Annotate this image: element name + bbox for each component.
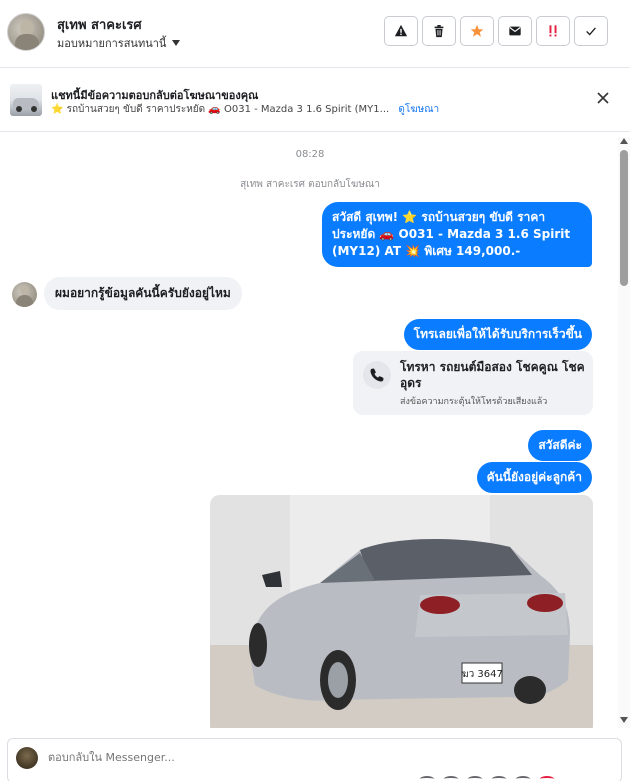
car-image: ฆว 3647 <box>210 495 593 728</box>
outgoing-message[interactable]: โทรเลยเพื่อให้ได้รับบริการเร็วขึ้น <box>403 319 592 350</box>
delete-button[interactable] <box>422 16 456 46</box>
ad-thumbnail <box>10 84 42 116</box>
close-banner-button[interactable] <box>594 89 612 107</box>
like-icon[interactable] <box>540 776 554 781</box>
star-icon <box>470 24 484 37</box>
messenger-inbox: สุเทพ สาคะเรศ มอบหมายการสนทนานี้ แชทนี้ม… <box>0 0 630 781</box>
outgoing-message[interactable]: คันนี้ยังอยู่ค่ะลูกค้า <box>476 462 592 493</box>
ad-banner-subtitle: ⭐ รถบ้านสวยๆ ขับดี ราคาประหยัด 🚗 O031 - … <box>51 102 439 117</box>
close-icon <box>597 92 609 104</box>
contact-name[interactable]: สุเทพ สาคะเรศ <box>57 14 142 35</box>
attachment-icon[interactable] <box>444 776 458 781</box>
contact-avatar-small <box>12 282 37 307</box>
car-photo-attachment[interactable]: ฆว 3647 <box>210 495 593 728</box>
ad-reply-notice: สุเทพ สาคะเรศ ตอบกลับโฆษณา <box>240 179 380 190</box>
important-icon <box>549 25 557 37</box>
view-ad-link[interactable]: ดูโฆษณา <box>398 104 439 115</box>
mail-icon <box>509 26 521 36</box>
check-icon <box>586 27 596 36</box>
ad-banner-description: ⭐ รถบ้านสวยๆ ขับดี ราคาประหยัด 🚗 O031 - … <box>51 104 390 115</box>
call-card-title: โทรหา รถยนต์มือสอง โชคคูณ โชค อุดร <box>400 360 585 390</box>
phone-icon <box>363 361 391 389</box>
call-request-card[interactable]: โทรหา รถยนต์มือสอง โชคคูณ โชค อุดร ส่งข้… <box>353 351 593 415</box>
conversation-header: สุเทพ สาคะเรศ มอบหมายการสนทนานี้ <box>0 0 630 68</box>
contact-avatar[interactable] <box>7 13 45 51</box>
action-toolbar <box>384 16 608 46</box>
license-plate: ฆว 3647 <box>461 669 503 680</box>
message-timestamp: 08:28 <box>295 149 325 160</box>
reply-input[interactable] <box>48 751 448 764</box>
page-avatar <box>16 747 38 769</box>
emoji-icon[interactable] <box>420 776 434 781</box>
reply-box[interactable] <box>7 738 622 781</box>
outgoing-message[interactable]: สวัสดี สุเทพ! ⭐ รถบ้านสวยๆ ขับดี ราคาประ… <box>322 202 592 267</box>
assign-label: มอบหมายการสนทนานี้ <box>57 37 167 50</box>
call-card-subtitle: ส่งข้อความกระตุ้นให้โทรด้วยเสียงแล้ว <box>400 397 548 407</box>
trash-icon <box>434 25 444 38</box>
message-thread[interactable]: 08:28 สุเทพ สาคะเรศ ตอบกลับโฆษณา สวัสดี … <box>0 132 630 728</box>
caret-down-icon <box>172 40 181 46</box>
composer-toolbar <box>420 776 554 781</box>
scroll-up-arrow-icon[interactable] <box>620 138 628 144</box>
scrollbar-thumb[interactable] <box>620 150 628 286</box>
mark-important-button[interactable] <box>536 16 570 46</box>
star-button[interactable] <box>460 16 494 46</box>
scroll-down-arrow-icon[interactable] <box>620 717 628 723</box>
mark-spam-button[interactable] <box>384 16 418 46</box>
incoming-message[interactable]: ผมอยากรู้ข้อมูลคันนี้ครับยังอยู่ไหม <box>44 277 242 310</box>
message-composer <box>0 728 630 781</box>
mark-unread-button[interactable] <box>498 16 532 46</box>
assign-conversation-dropdown[interactable]: มอบหมายการสนทนานี้ <box>57 34 181 52</box>
saved-replies-icon[interactable] <box>516 776 530 781</box>
sticker-icon[interactable] <box>492 776 506 781</box>
warning-icon <box>394 24 408 37</box>
outgoing-message[interactable]: สวัสดีค่ะ <box>528 430 592 461</box>
gif-icon[interactable] <box>468 776 482 781</box>
mark-done-button[interactable] <box>574 16 608 46</box>
